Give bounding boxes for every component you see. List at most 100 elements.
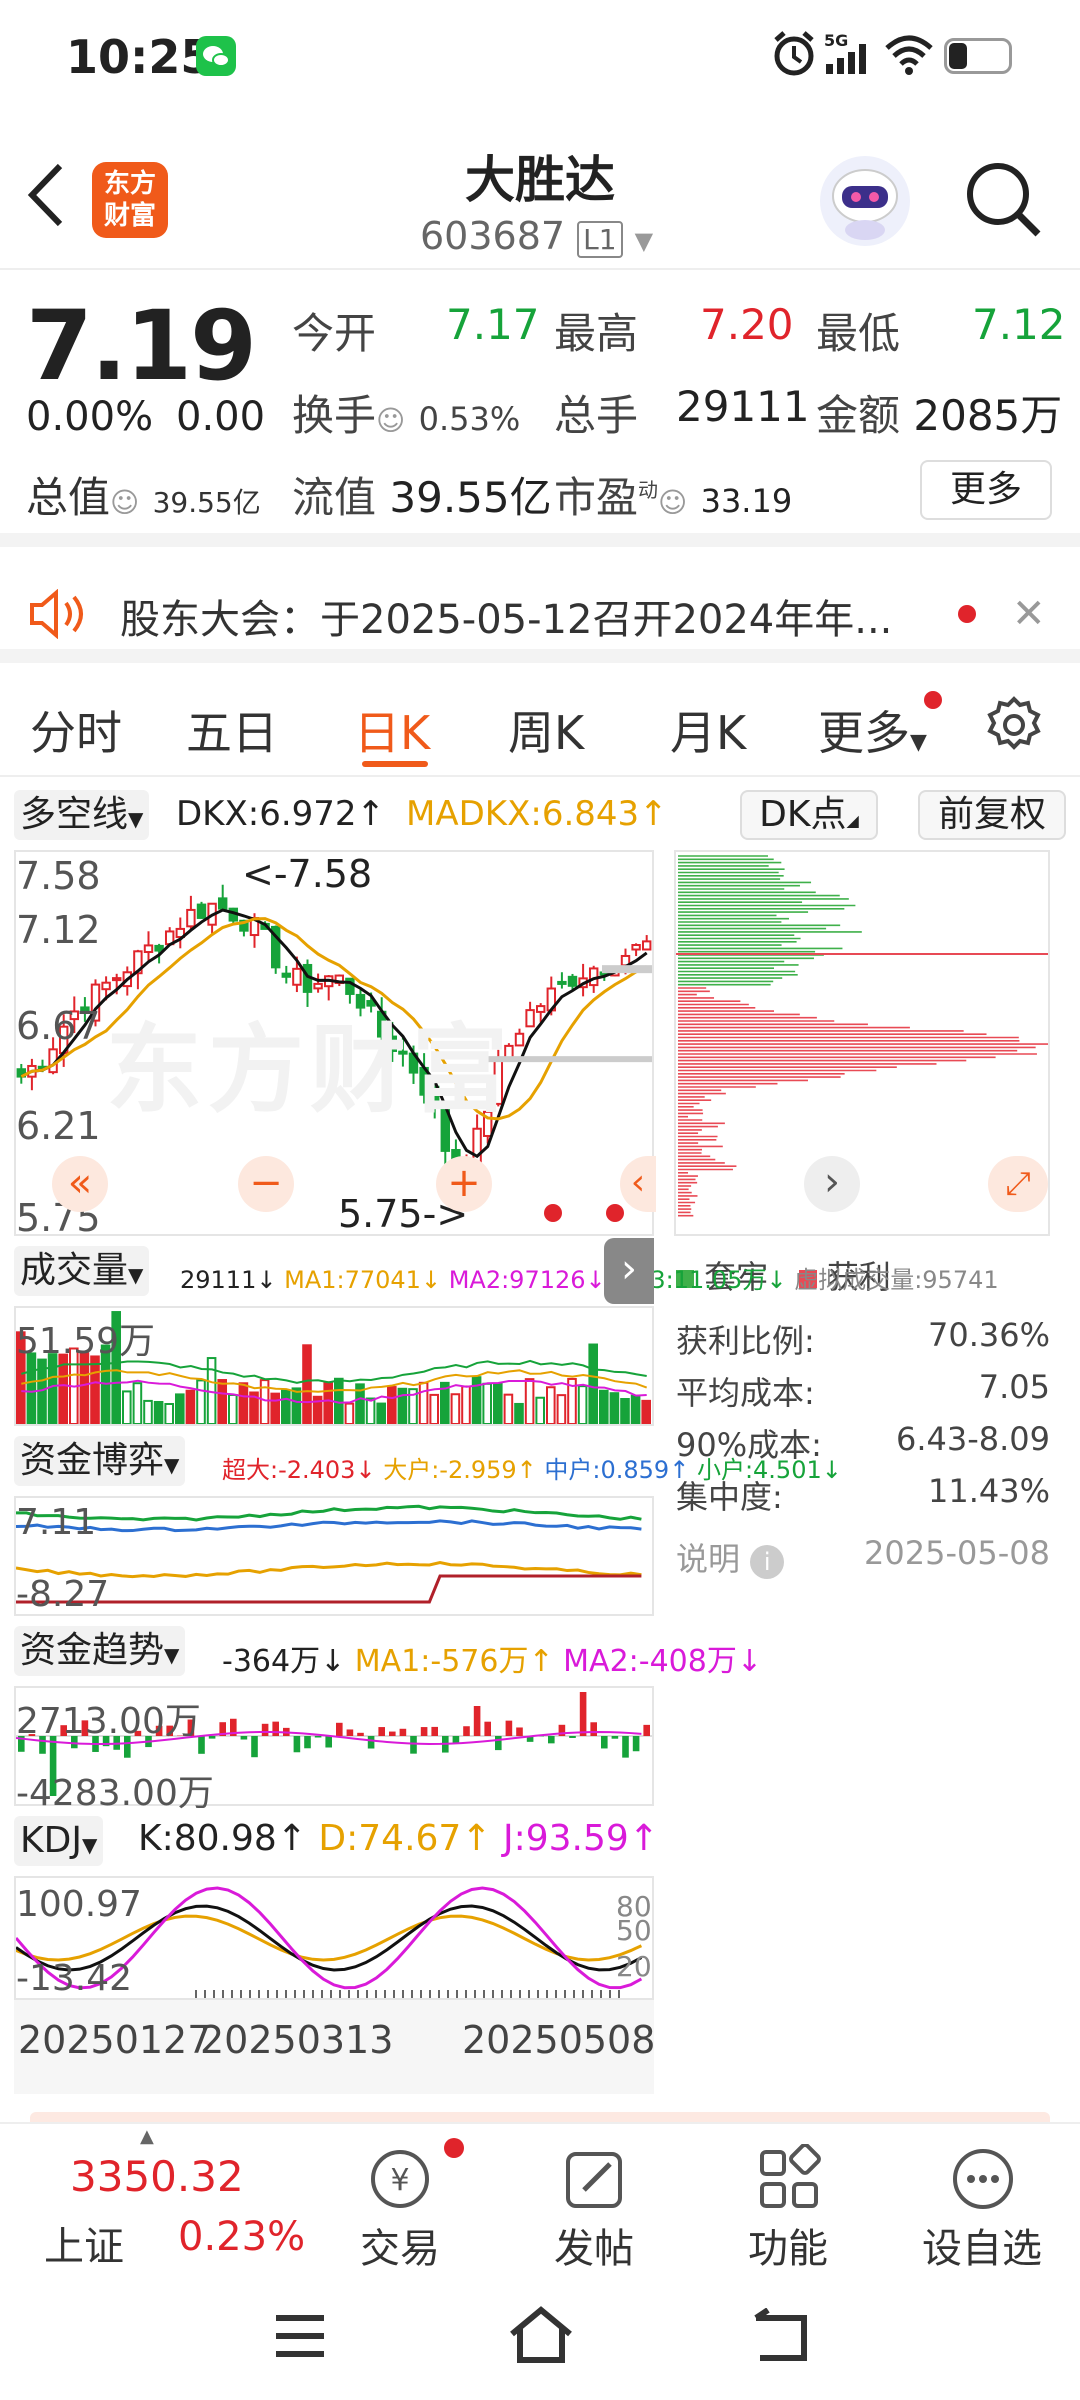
cost-90-value: 6.43-8.09 [895, 1420, 1050, 1458]
scroll-left-fast-icon[interactable]: « [52, 1156, 108, 1212]
volume-bar [217, 1379, 227, 1424]
index-value[interactable]: 3350.32 [70, 2152, 244, 2201]
fund-trend-select[interactable]: 资金趋势▼ [14, 1626, 186, 1676]
trade-icon: ¥ [371, 2150, 429, 2208]
system-nav-bar [0, 2272, 1080, 2400]
tab-five-day[interactable]: 五日 [186, 697, 278, 763]
mid-fund-line [16, 1519, 642, 1533]
watermark: 东方财富 [106, 1014, 514, 1126]
tab-more[interactable]: 更多▼ [818, 697, 927, 763]
unread-dot [958, 605, 976, 623]
fund-trend-bar [261, 1723, 269, 1736]
more-quote-button[interactable]: 更多 [920, 460, 1052, 520]
candle-body [111, 977, 122, 982]
volume-bar [535, 1396, 546, 1424]
stock-code[interactable]: 603687 L1 ▼ [420, 214, 653, 258]
avg-cost-label: 平均成本: [676, 1374, 815, 1412]
candle-body [313, 982, 323, 990]
volume-bar [588, 1343, 599, 1424]
fund-trend-bar [569, 1736, 576, 1738]
fund-trend-bar [452, 1736, 460, 1743]
volume-bar [47, 1353, 58, 1424]
volume-bar [599, 1389, 609, 1424]
edit-icon [566, 2152, 622, 2208]
search-icon[interactable] [964, 160, 1044, 244]
scroll-right-icon[interactable]: › [804, 1156, 860, 1212]
fund-game-y-top: 7.11 [16, 1502, 97, 1543]
volume-chart[interactable]: 51.59万 [14, 1306, 654, 1426]
notice-text[interactable]: 股东大会：于2025-05-12召开2024年年... [120, 587, 892, 645]
concentration-value: 11.43% [927, 1472, 1050, 1510]
fund-trend-bar [367, 1736, 375, 1749]
volume-value: 29111 [676, 382, 810, 431]
notice-bar[interactable]: 股东大会：于2025-05-12召开2024年年... ✕ [0, 561, 1080, 663]
fund-trend-bar [357, 1732, 364, 1736]
close-icon[interactable]: ✕ [1012, 591, 1046, 637]
cost-marker [602, 965, 652, 974]
last-price: 7.19 [26, 290, 257, 402]
kdj-indicators: K:80.98↑ D:74.67↑ J:93.59↑ [138, 1818, 659, 1859]
info-icon: i [750, 1545, 785, 1579]
kline-indicator-select[interactable]: 多空线▼ [14, 790, 150, 840]
settings-gear-icon[interactable] [984, 695, 1044, 759]
volume-bar [281, 1389, 291, 1424]
chip-note[interactable]: 说明 i [676, 1534, 785, 1580]
madkx-value: MADKX:6.843↑ [406, 794, 668, 834]
fund-game-chart[interactable]: 7.11 -8.27 [14, 1496, 654, 1616]
low-label: 最低 [816, 309, 901, 358]
candle-body [631, 944, 641, 951]
zoom-in-icon[interactable]: + [436, 1156, 492, 1212]
dk-point-button[interactable]: DK点◢ [740, 790, 878, 840]
adjust-button[interactable]: 前复权 [918, 790, 1066, 840]
volume-bar [450, 1393, 461, 1424]
tab-weekly-k[interactable]: 周K [508, 697, 584, 763]
candle-body [641, 940, 652, 951]
back-nav-icon[interactable] [752, 2308, 812, 2364]
robot-avatar-icon[interactable] [820, 156, 910, 246]
tab-intraday[interactable]: 分时 [30, 697, 122, 763]
fund-trend-bar [251, 1736, 258, 1758]
kdj-select[interactable]: KDJ▼ [14, 1816, 104, 1866]
fund-trend-bar [325, 1736, 332, 1748]
pe-ratio: 市盈动☺ 33.19 [554, 473, 793, 522]
volume-bar [175, 1393, 185, 1424]
cellular-signal-icon: 5G [824, 31, 874, 80]
kdj-y-bottom: -13.42 [16, 1958, 133, 1999]
volume-bar [153, 1400, 164, 1424]
y-label-high: 7.58 [16, 854, 101, 898]
fund-trend-y-bottom: -4283.00万 [16, 1773, 214, 1814]
expand-panel-icon[interactable]: › [604, 1238, 654, 1304]
tab-monthly-k[interactable]: 月K [670, 697, 746, 763]
fund-game-select[interactable]: 资金博弈▼ [14, 1436, 186, 1486]
volume-bar [609, 1392, 620, 1424]
volume-bar [641, 1399, 652, 1424]
tab-daily-k[interactable]: 日K [354, 697, 430, 763]
volume-bar [514, 1402, 524, 1424]
zoom-out-icon[interactable]: − [238, 1156, 294, 1212]
volume-bar [228, 1393, 238, 1424]
bottom-nav: ▲ 3350.32 上证 0.23% ¥ 交易 发帖 功能 设自选 [0, 2122, 1080, 2272]
volume-bar [344, 1402, 355, 1424]
index-name[interactable]: 上证 [44, 2214, 124, 2272]
fullscreen-icon[interactable]: ⤢ [988, 1156, 1048, 1212]
chip-distribution-chart[interactable]: › ⤢ [674, 850, 1050, 1236]
fund-trend-y-top: 2713.00万 [16, 1701, 201, 1742]
volume-bar [270, 1392, 280, 1424]
menu-icon[interactable] [272, 2312, 328, 2360]
fund-trend-bar [495, 1736, 502, 1751]
volume-bar [418, 1381, 429, 1424]
candle-body [557, 980, 567, 985]
fund-trend-chart[interactable]: 2713.00万 -4283.00万 [14, 1686, 654, 1814]
home-icon[interactable] [508, 2306, 574, 2366]
kdj-chart[interactable]: 100.97 -13.42 80 50 20 [14, 1876, 654, 2000]
wifi-icon [884, 34, 934, 80]
index-pct[interactable]: 0.23% [178, 2214, 305, 2260]
volume-select[interactable]: 成交量▼ [14, 1246, 150, 1296]
kline-chart[interactable]: 东方财富 7.58 7.12 6.67 6.21 5.75 <-7.58 5.7… [14, 850, 656, 1240]
candle-body [154, 944, 164, 952]
fund-trend-bar [473, 1706, 481, 1736]
candle-body [281, 972, 292, 978]
wechat-icon [196, 36, 236, 76]
volume-bar [291, 1387, 302, 1424]
candle-body [514, 1032, 525, 1047]
